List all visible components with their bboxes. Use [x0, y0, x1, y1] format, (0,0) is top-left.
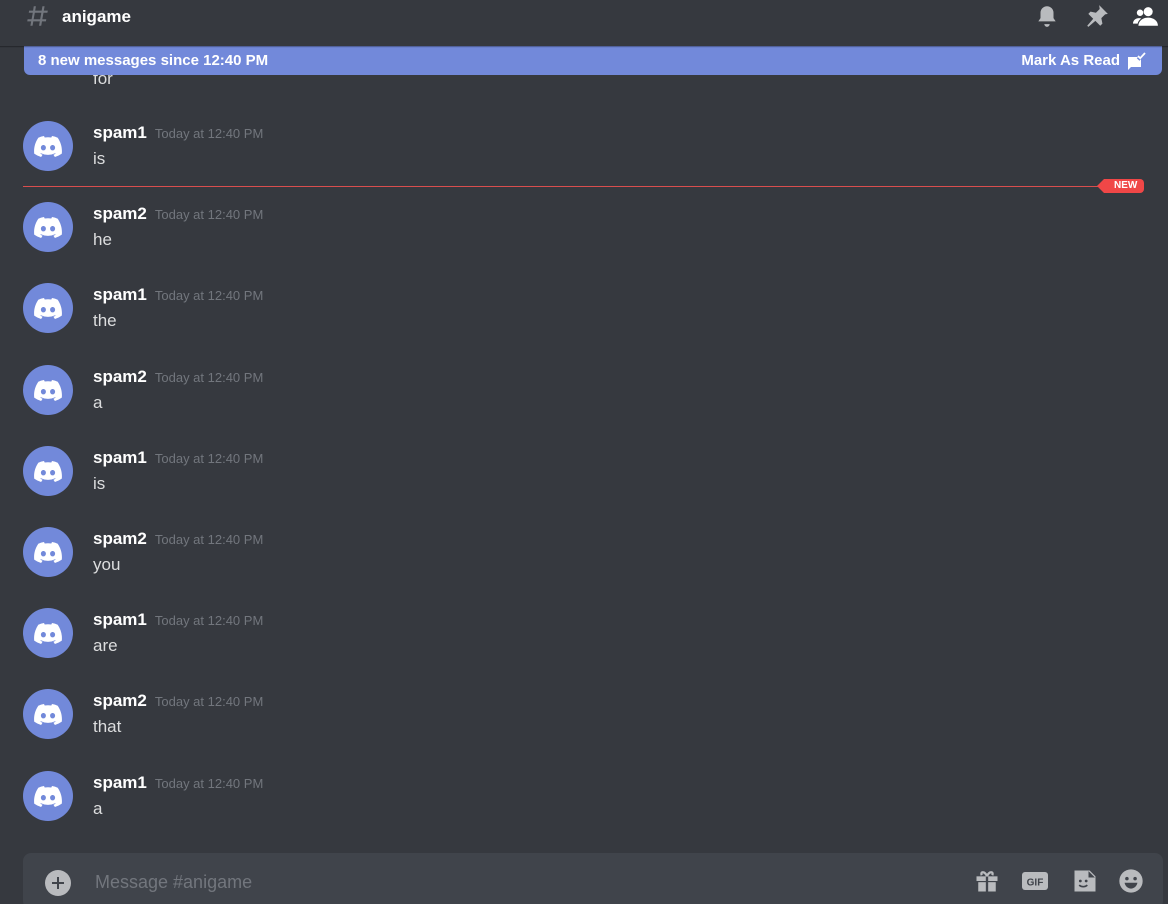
svg-text:GIF: GIF — [1027, 878, 1044, 889]
gif-icon[interactable]: GIF — [1021, 867, 1049, 895]
message-author[interactable]: spam1 Today at 12:40 PM — [93, 285, 263, 306]
channel-header: anigame — [0, 0, 1168, 46]
discord-logo-icon — [34, 298, 62, 319]
message-timestamp: Today at 12:40 PM — [154, 613, 264, 628]
discord-logo-icon — [34, 461, 62, 482]
pin-icon[interactable] — [1084, 3, 1110, 29]
message-author[interactable]: spam2 Today at 12:40 PM — [93, 691, 263, 712]
avatar[interactable] — [23, 121, 73, 171]
discord-logo-icon — [34, 380, 62, 401]
message-composer: GIF — [23, 853, 1163, 904]
new-messages-divider — [23, 186, 1103, 187]
avatar[interactable] — [23, 527, 73, 577]
message-timestamp: Today at 12:40 PM — [154, 207, 264, 222]
message-timestamp: Today at 12:40 PM — [154, 776, 264, 791]
gift-icon[interactable] — [973, 867, 1001, 895]
message-timestamp: Today at 12:40 PM — [154, 694, 264, 709]
message-timestamp: Today at 12:40 PM — [154, 126, 264, 141]
discord-logo-icon — [34, 136, 62, 157]
message-list[interactable]: spam2 for spam1Today at 12:40 PMisspam2T… — [0, 0, 1168, 852]
message-item[interactable]: spam1 Today at 12:40 PM is — [0, 121, 1168, 202]
message-author[interactable]: spam1 Today at 12:40 PM — [93, 123, 263, 144]
discord-logo-icon — [34, 542, 62, 563]
message-item[interactable]: spam1 Today at 12:40 PM is — [0, 446, 1168, 527]
message-author[interactable]: spam1 Today at 12:40 PM — [93, 773, 263, 794]
avatar[interactable] — [23, 202, 73, 252]
channel-name: anigame — [62, 7, 131, 26]
message-content: the — [93, 311, 117, 330]
discord-chat-window: spam2 for spam1Today at 12:40 PMisspam2T… — [0, 0, 1168, 904]
message-content: is — [93, 474, 106, 493]
new-messages-bar[interactable]: 8 new messages since 12:40 PM Mark As Re… — [24, 46, 1162, 75]
message-content: he — [93, 230, 112, 249]
message-timestamp: Today at 12:40 PM — [154, 370, 264, 385]
avatar[interactable] — [23, 771, 73, 821]
message-item[interactable]: spam1 Today at 12:40 PM the — [0, 283, 1168, 364]
add-attachment-icon[interactable] — [45, 870, 71, 896]
message-timestamp: Today at 12:40 PM — [154, 532, 264, 547]
new-badge: NEW — [1096, 179, 1145, 193]
discord-logo-icon — [34, 217, 62, 238]
discord-logo-icon — [34, 786, 62, 807]
emoji-icon[interactable] — [1117, 867, 1145, 895]
message-item[interactable]: spam1 Today at 12:40 PM a — [0, 771, 1168, 852]
message-content: a — [93, 393, 103, 412]
message-content: are — [93, 636, 118, 655]
avatar[interactable] — [23, 365, 73, 415]
message-item[interactable]: spam2 Today at 12:40 PM he — [0, 202, 1168, 283]
message-item[interactable]: spam2 Today at 12:40 PM a — [0, 365, 1168, 446]
message-timestamp: Today at 12:40 PM — [154, 451, 264, 466]
channel-hash-icon — [27, 6, 48, 26]
message-author[interactable]: spam2 Today at 12:40 PM — [93, 204, 263, 225]
mark-read-icon — [1128, 51, 1146, 70]
avatar[interactable] — [23, 446, 73, 496]
avatar[interactable] — [23, 283, 73, 333]
message-input[interactable] — [93, 869, 957, 895]
message-content: is — [93, 149, 106, 168]
message-content: a — [93, 799, 103, 818]
message-author[interactable]: spam2 Today at 12:40 PM — [93, 367, 263, 388]
message-content: you — [93, 555, 121, 574]
message-item[interactable]: spam2 Today at 12:40 PM that — [0, 689, 1168, 770]
bell-icon[interactable] — [1034, 3, 1060, 29]
new-messages-text[interactable]: 8 new messages since 12:40 PM — [38, 51, 268, 70]
avatar[interactable] — [23, 689, 73, 739]
mark-as-read-label: Mark As Read — [1021, 52, 1120, 69]
message-author[interactable]: spam1 Today at 12:40 PM — [93, 448, 263, 469]
members-icon[interactable] — [1133, 3, 1159, 29]
message-item[interactable]: spam1 Today at 12:40 PM are — [0, 608, 1168, 689]
message-author[interactable]: spam1 Today at 12:40 PM — [93, 610, 263, 631]
message-timestamp: Today at 12:40 PM — [154, 288, 264, 303]
discord-logo-icon — [34, 623, 62, 644]
sticker-icon[interactable] — [1071, 867, 1099, 895]
mark-as-read-button[interactable]: Mark As Read — [1021, 50, 1146, 71]
message-content: that — [93, 717, 122, 736]
discord-logo-icon — [34, 704, 62, 725]
avatar[interactable] — [23, 608, 73, 658]
message-item[interactable]: spam2 Today at 12:40 PM you — [0, 527, 1168, 608]
message-author[interactable]: spam2 Today at 12:40 PM — [93, 529, 263, 550]
